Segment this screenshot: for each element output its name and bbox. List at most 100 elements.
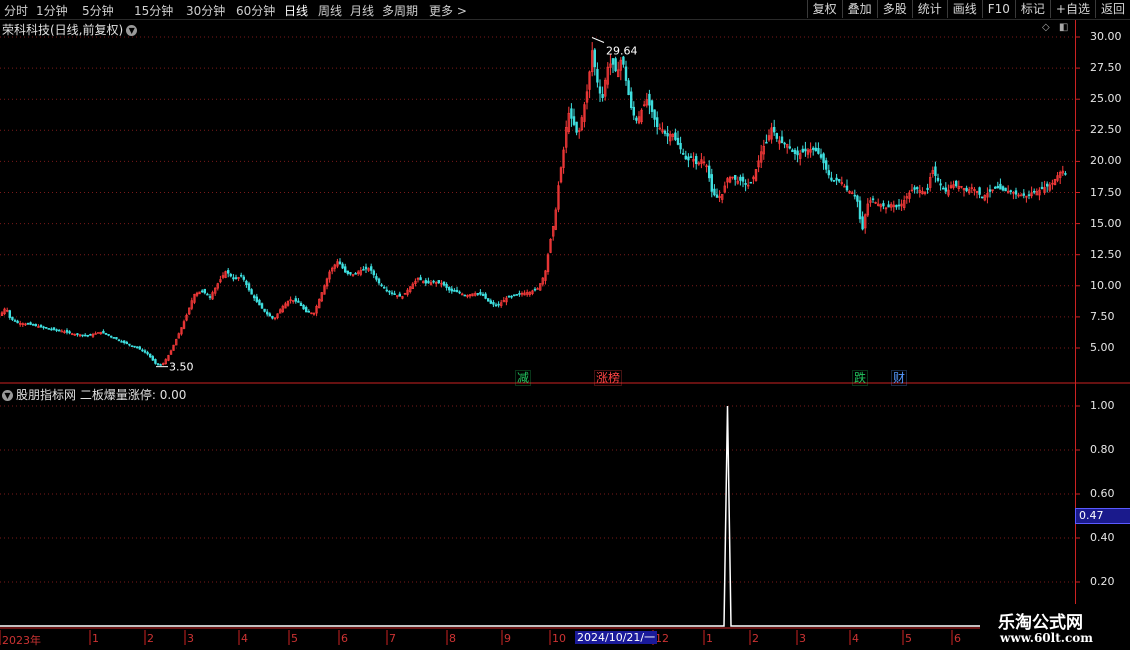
candle-down <box>632 106 636 116</box>
date-tick-label: 3 <box>799 632 806 645</box>
candle-down <box>679 142 682 150</box>
indicator-value: 0.00 <box>159 388 187 402</box>
candle-down <box>479 292 482 295</box>
candle-down <box>201 290 204 293</box>
candle-down <box>133 345 136 348</box>
candle-down <box>596 69 599 83</box>
candle-down <box>398 293 401 297</box>
candle-down <box>494 304 498 307</box>
date-tick-label: 1 <box>92 632 99 645</box>
candle-down <box>258 299 261 306</box>
candle-down <box>112 337 116 339</box>
candle-down <box>341 263 344 269</box>
candle-down <box>666 133 669 137</box>
candle-down <box>375 276 378 280</box>
candle-down <box>853 194 857 197</box>
candle-down <box>8 310 11 318</box>
candle-down <box>247 283 251 291</box>
candle-down <box>154 359 157 364</box>
candle-down <box>39 325 43 328</box>
candle-down <box>42 326 45 329</box>
candle-down <box>965 187 968 192</box>
date-axis: 2023年 1 2 3 4 5 6 7 8 9 10 12 1 2 3 4 5 6 <box>0 630 1130 650</box>
candle-down <box>55 329 58 331</box>
candle-down <box>486 298 490 302</box>
candle-down <box>149 353 152 358</box>
candle-down <box>84 334 87 337</box>
reduce-holding-tag[interactable]: 减 <box>515 370 532 386</box>
candle-down <box>393 293 396 295</box>
candle-down <box>86 334 90 337</box>
candle-down <box>382 286 386 289</box>
candle-down <box>156 363 160 365</box>
watermark-title: 乐淘公式网 <box>998 613 1083 633</box>
candle-down <box>824 160 828 170</box>
candle-down <box>419 277 422 281</box>
watermark-url: www.60lt.com <box>1000 631 1093 645</box>
candle-down <box>304 307 308 313</box>
chevron-down-icon[interactable]: ▼ <box>2 390 13 401</box>
kline-chart[interactable]: 29.64 3.50 <box>0 0 1130 650</box>
candle-down <box>232 277 235 280</box>
candle-down <box>255 296 258 302</box>
candle-down <box>294 298 297 302</box>
price-tick-label: 12.50 <box>1090 247 1122 261</box>
indicator-tick-label: 0.20 <box>1090 575 1115 588</box>
candle-down <box>242 276 245 280</box>
indicator-tick-label: 1.00 <box>1090 399 1115 412</box>
date-tick-label: 8 <box>449 632 456 645</box>
top-list-tag[interactable]: 涨榜 <box>594 370 623 386</box>
candle-down <box>650 100 654 112</box>
selected-date-marker: 2024/10/21/一 <box>575 631 658 644</box>
finance-tag[interactable]: 财 <box>891 370 908 386</box>
candle-down <box>250 289 253 295</box>
candle-down <box>240 274 243 277</box>
candle-down <box>926 187 929 190</box>
fall-tag[interactable]: 跌 <box>852 370 869 386</box>
candle-down <box>260 303 264 309</box>
indicator-current-value: 0.47 <box>1075 508 1130 524</box>
candle-down <box>954 180 958 187</box>
candle-down <box>835 177 838 181</box>
date-tick-label: 5 <box>905 632 912 645</box>
candle-down <box>234 277 238 279</box>
candle-down <box>507 295 511 298</box>
candle-down <box>349 272 352 275</box>
candle-down <box>445 283 448 288</box>
date-tick-label: 1 <box>706 632 713 645</box>
candle-down <box>463 294 466 297</box>
candle-down <box>871 198 875 201</box>
candle-down <box>817 148 820 154</box>
candle-down <box>253 295 256 299</box>
candle-up <box>60 330 64 333</box>
candle-down <box>830 177 833 181</box>
candle-down <box>861 216 864 230</box>
candle-down <box>11 316 14 320</box>
candle-down <box>81 334 84 337</box>
candle-down <box>125 341 129 345</box>
indicator-line <box>0 405 1075 627</box>
candle-down <box>377 278 381 284</box>
candle-down <box>297 300 300 303</box>
candle-down <box>1009 190 1013 192</box>
indicator-tick-label: 0.60 <box>1090 487 1115 500</box>
candle-down <box>804 148 807 152</box>
candle-down <box>492 302 495 305</box>
candle-down <box>143 350 147 353</box>
candle-down <box>674 132 677 140</box>
candle-down <box>772 126 776 133</box>
candle-down <box>442 281 446 286</box>
candle-down <box>263 308 266 312</box>
indicator-title[interactable]: ▼ 股朋指标网 二板爆量涨停: 0.00 <box>2 386 186 403</box>
candle-down <box>268 313 271 317</box>
candle-down <box>710 174 714 192</box>
candle-down <box>837 179 841 182</box>
candle-down <box>988 189 992 192</box>
candle-down <box>123 340 126 343</box>
candle-down <box>302 304 305 310</box>
candle-down <box>1004 187 1007 192</box>
candle-down <box>453 289 456 292</box>
candle-down <box>271 315 274 319</box>
candle-down <box>897 204 901 207</box>
candle-down <box>744 183 747 185</box>
